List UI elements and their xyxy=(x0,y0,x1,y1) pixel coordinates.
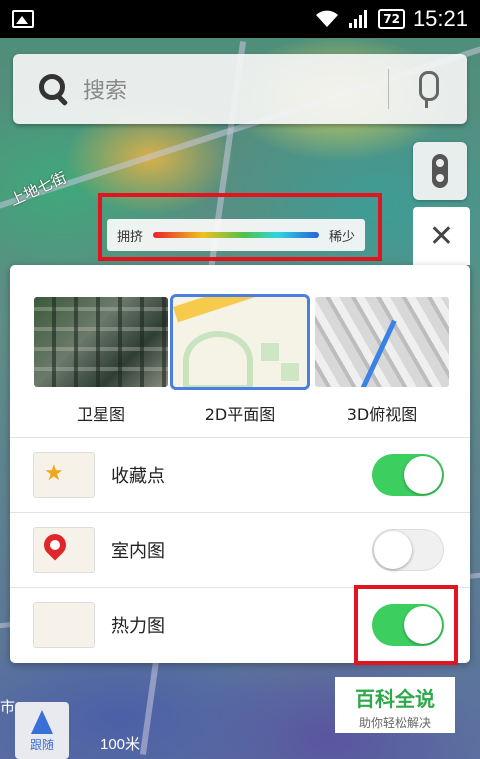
map-type-selector: 卫星图 2D平面图 3D俯视图 xyxy=(10,265,470,437)
layer-label: 收藏点 xyxy=(111,466,165,487)
traffic-layer-button[interactable] xyxy=(413,142,467,200)
indoor-toggle[interactable] xyxy=(372,529,444,571)
watermark-logo: 百科全说 助你轻松解决 xyxy=(335,677,455,733)
traffic-light-icon xyxy=(432,154,448,188)
toggle-knob xyxy=(374,531,412,569)
follow-label: 跟随 xyxy=(29,738,54,752)
layer-label: 室内图 xyxy=(111,541,165,562)
map-type-2d[interactable]: 2D平面图 xyxy=(170,294,310,425)
map-partial-label: 市 xyxy=(0,698,16,716)
star-icon: ★ xyxy=(33,452,95,498)
legend-congested-label: 拥挤 xyxy=(117,229,144,245)
map-type-label: 卫星图 xyxy=(76,405,125,424)
heatmap-toggle-highlight-box xyxy=(354,585,458,665)
map-type-satellite[interactable]: 卫星图 xyxy=(34,297,168,425)
close-button[interactable]: ✕ xyxy=(413,207,470,265)
pin-icon xyxy=(33,527,95,573)
signal-icon xyxy=(349,10,368,28)
satellite-thumbnail xyxy=(34,297,168,387)
search-input[interactable]: 搜索 xyxy=(83,73,388,105)
legend-sparse-label: 稀少 xyxy=(328,229,355,245)
map-type-label: 2D平面图 xyxy=(204,405,276,424)
status-bar: 72 15:21 xyxy=(0,0,480,38)
watermark-subtitle: 助你轻松解决 xyxy=(358,716,431,730)
map-type-label: 3D俯视图 xyxy=(346,405,418,424)
heat-legend: 拥挤 稀少 xyxy=(107,219,365,251)
battery-level: 72 xyxy=(378,9,405,29)
image-notification-icon xyxy=(12,10,34,28)
favorites-toggle[interactable] xyxy=(372,454,444,496)
2d-map-thumbnail xyxy=(170,294,310,390)
clock: 15:21 xyxy=(412,6,468,31)
status-bar-right: 72 15:21 xyxy=(314,6,468,32)
search-icon xyxy=(33,67,77,111)
layer-label: 热力图 xyxy=(111,616,165,637)
microphone-icon[interactable] xyxy=(389,54,467,124)
close-icon: ✕ xyxy=(428,218,455,254)
legend-gradient-bar xyxy=(153,232,319,238)
street-label: 上地七街 xyxy=(7,168,70,210)
wifi-icon xyxy=(316,10,339,27)
heatmap-icon xyxy=(33,602,95,648)
navigation-arrow-icon xyxy=(31,710,53,734)
layer-row-indoor[interactable]: 室内图 xyxy=(10,512,470,587)
layer-row-favorites[interactable]: ★ 收藏点 xyxy=(10,437,470,512)
search-bar[interactable]: 搜索 xyxy=(13,54,467,124)
3d-map-thumbnail xyxy=(315,297,449,387)
map-type-3d[interactable]: 3D俯视图 xyxy=(315,297,449,425)
toggle-knob xyxy=(404,456,442,494)
follow-button[interactable]: 跟随 xyxy=(15,702,69,759)
watermark-title: 百科全说 xyxy=(355,687,435,711)
map-scale: 100米 xyxy=(100,736,141,753)
